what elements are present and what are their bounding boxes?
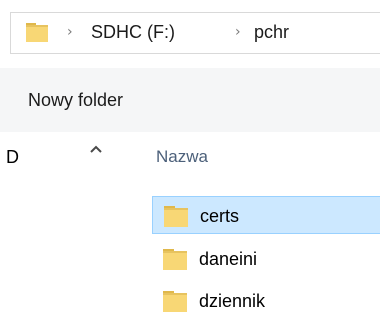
new-folder-button[interactable]: Nowy folder: [28, 88, 123, 112]
chevron-right-icon: ›: [67, 24, 73, 40]
toolbar: Nowy folder: [0, 68, 380, 132]
file-name: dziennik: [199, 291, 266, 311]
list-item[interactable]: daneini: [152, 240, 380, 278]
folder-icon: [162, 289, 188, 313]
column-header-name[interactable]: Nazwa: [156, 146, 208, 168]
folder-icon: [163, 204, 189, 228]
list-item[interactable]: certs: [152, 196, 380, 234]
list-item[interactable]: dziennik: [152, 282, 380, 320]
breadcrumb-folder[interactable]: pchr: [254, 21, 289, 43]
breadcrumb-drive[interactable]: SDHC (F:): [91, 21, 175, 43]
folder-icon: [25, 21, 49, 43]
address-bar[interactable]: › SDHC (F:) › pchr: [10, 12, 380, 54]
file-name: certs: [200, 206, 240, 226]
chevron-right-icon: ›: [235, 24, 241, 40]
chevron-up-icon[interactable]: [86, 140, 106, 160]
folder-icon: [162, 247, 188, 271]
navigation-pane: D: [0, 132, 118, 332]
file-name: daneini: [199, 249, 258, 269]
nav-item-drive-letter[interactable]: D: [6, 146, 19, 168]
